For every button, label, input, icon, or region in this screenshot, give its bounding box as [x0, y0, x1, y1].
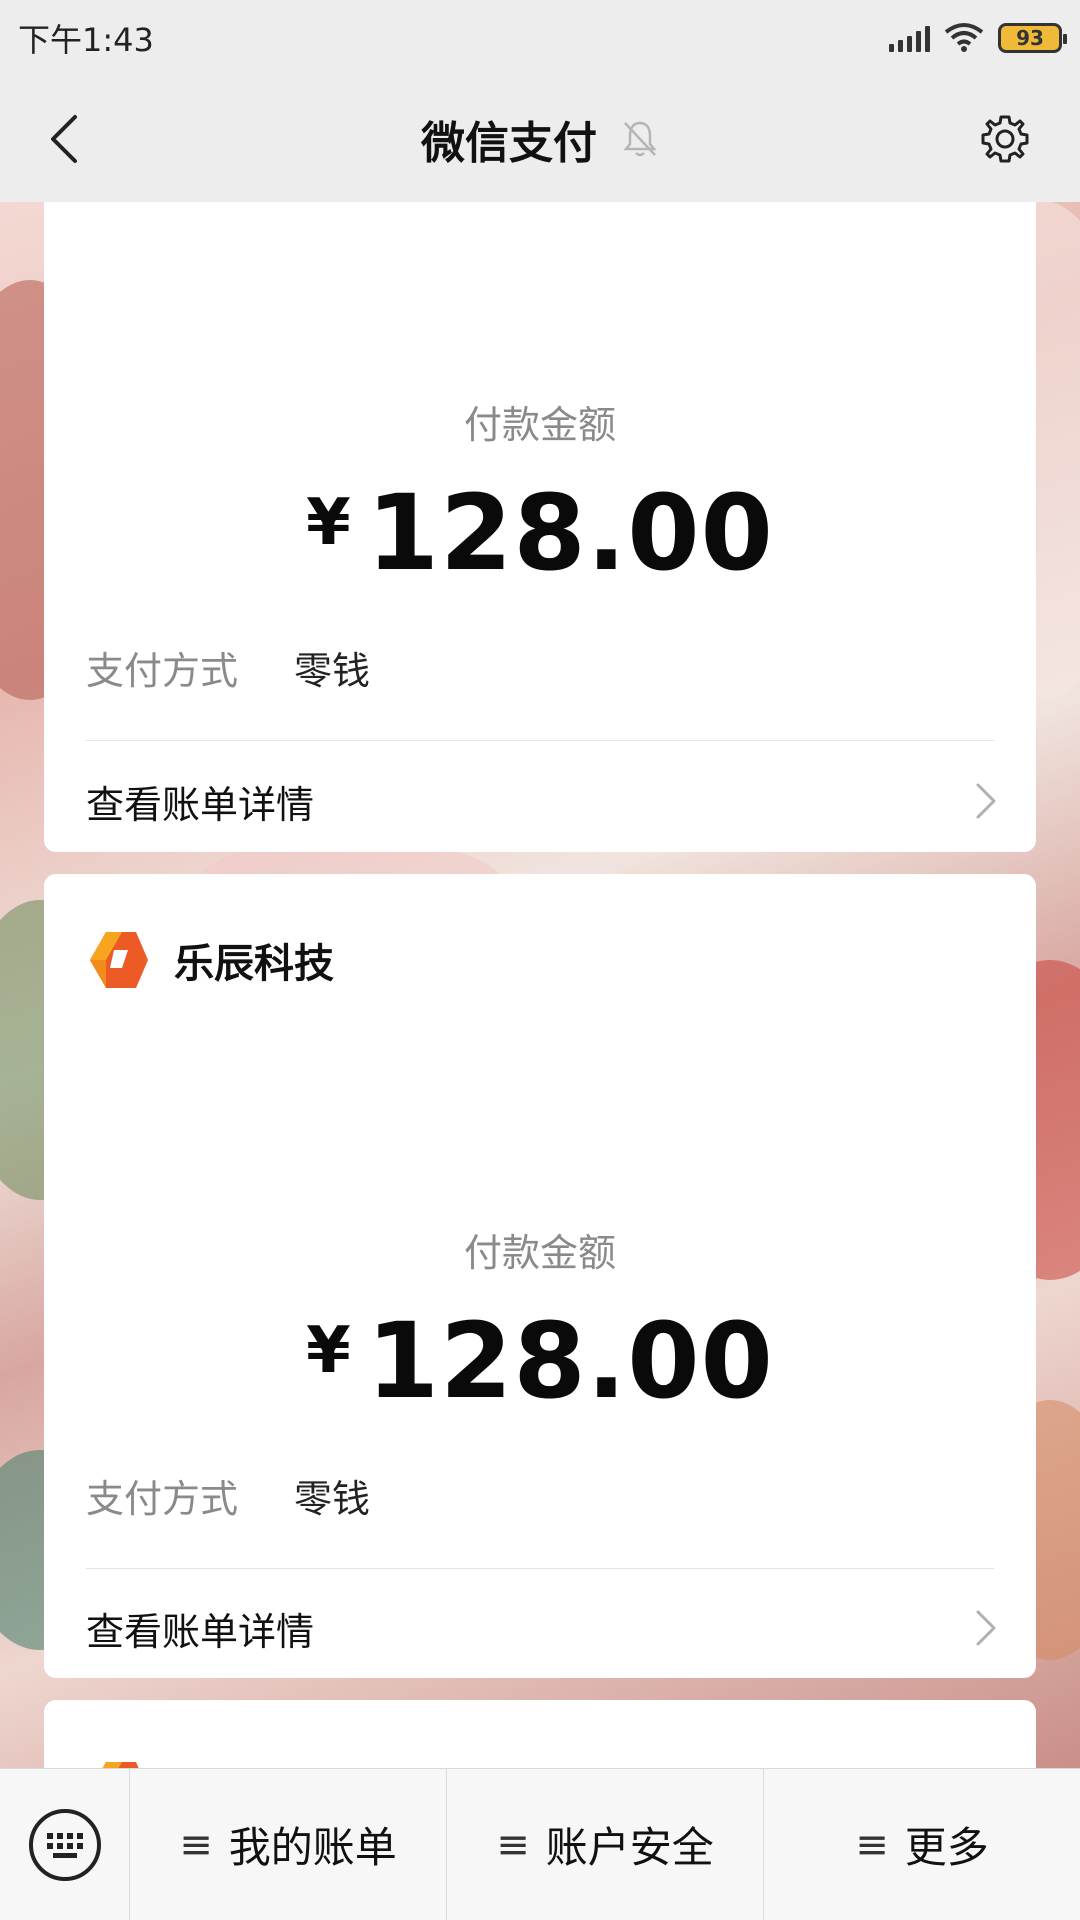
chevron-left-icon [51, 115, 77, 163]
view-bill-detail-label: 查看账单详情 [86, 1609, 315, 1654]
status-icons: 93 [889, 22, 1067, 54]
keyboard-toggle-button[interactable] [0, 1768, 130, 1920]
menu-label: 我的账单 [228, 1823, 397, 1872]
menu-icon: ≡ [855, 1821, 889, 1868]
menu-label: 账户安全 [545, 1823, 714, 1872]
wifi-icon [944, 23, 984, 52]
battery-level: 93 [1016, 26, 1044, 50]
pay-method-value: 零钱 [294, 649, 371, 693]
menu-account-security-button[interactable]: ≡ 账户安全 [447, 1768, 764, 1920]
status-bar: 下午1:43 93 [0, 0, 1080, 76]
merchant-logo-icon [90, 932, 148, 988]
view-bill-detail-label: 查看账单详情 [86, 782, 315, 827]
bottom-menu-bar: ≡ 我的账单 ≡ 账户安全 ≡ 更多 [0, 1768, 1080, 1920]
merchant-header[interactable]: 乐辰科技 [86, 928, 334, 992]
signal-icon [889, 24, 930, 52]
pay-method-row: 支付方式 零钱 [86, 1468, 370, 1523]
view-bill-detail-row[interactable]: 查看账单详情 [86, 750, 998, 852]
mute-bell-icon [623, 121, 657, 157]
payment-amount: ¥ 128.00 [44, 1300, 1036, 1422]
menu-more-button[interactable]: ≡ 更多 [764, 1769, 1080, 1920]
chevron-right-icon [976, 783, 996, 819]
back-button[interactable] [30, 104, 100, 174]
menu-icon: ≡ [179, 1821, 213, 1868]
gear-icon [981, 115, 1029, 163]
menu-icon: ≡ [496, 1821, 530, 1868]
keyboard-icon [28, 1808, 101, 1881]
pay-method-key: 支付方式 [86, 1477, 239, 1521]
amount-label: 付款金额 [463, 1231, 616, 1275]
menu-label: 更多 [904, 1823, 989, 1872]
amount-label: 付款金额 [463, 403, 616, 447]
pay-method-value: 零钱 [294, 1477, 371, 1521]
chevron-right-icon [976, 1610, 996, 1646]
pay-method-key: 支付方式 [86, 649, 239, 693]
menu-my-bills-button[interactable]: ≡ 我的账单 [130, 1768, 447, 1920]
currency-symbol: ¥ [306, 1314, 351, 1388]
title-bar: 微信支付 [0, 76, 1080, 202]
title-wrap: 微信支付 [421, 107, 659, 171]
merchant-name: 乐辰科技 [174, 941, 334, 987]
currency-symbol: ¥ [306, 486, 351, 560]
battery-icon: 93 [998, 23, 1067, 53]
divider [86, 1568, 994, 1569]
amount-value: 128.00 [366, 472, 774, 594]
settings-button[interactable] [970, 104, 1040, 174]
status-time: 下午1:43 [18, 21, 154, 59]
page-title: 微信支付 [421, 118, 597, 169]
payment-amount: ¥ 128.00 [44, 472, 1036, 594]
view-bill-detail-row[interactable]: 查看账单详情 [86, 1578, 998, 1678]
divider [86, 740, 994, 741]
pay-method-row: 支付方式 零钱 [86, 640, 370, 695]
amount-value: 128.00 [366, 1300, 774, 1422]
payment-card: 乐辰科技 付款金额 ¥ 128.00 支付方式 零钱 查看账单详情 [44, 874, 1036, 1678]
payment-card: 付款金额 ¥ 128.00 支付方式 零钱 查看账单详情 [44, 202, 1036, 852]
